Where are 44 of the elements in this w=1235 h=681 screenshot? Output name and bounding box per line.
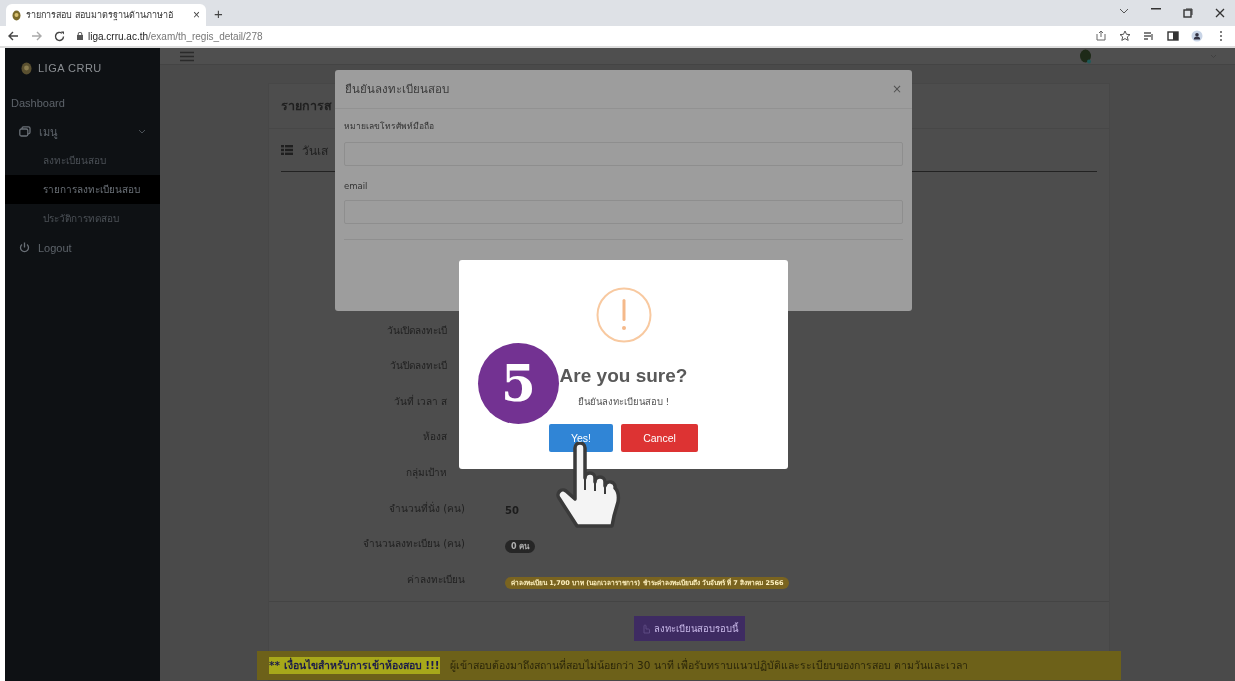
count-badge: 0 คน [505, 540, 536, 554]
cancel-button[interactable]: Cancel [621, 424, 698, 452]
back-arrow-icon[interactable] [8, 31, 19, 41]
modal-title: ยืนยันลงทะเบียนสอบ [345, 81, 449, 98]
confirm-button[interactable]: Yes! [549, 424, 613, 452]
chevron-down-icon[interactable] [1119, 8, 1129, 14]
new-tab-button[interactable]: + [214, 4, 223, 22]
crest-icon [12, 9, 21, 21]
reload-icon[interactable] [54, 30, 65, 42]
close-button[interactable]: × [891, 82, 902, 96]
windows-icon [19, 126, 31, 137]
lock-icon [77, 32, 83, 40]
browser-tab[interactable]: รายการสอบ สอบมาตรฐานด้านภาษาอั × [6, 4, 206, 26]
notice-text: ผู้เข้าสอบต้องมาถึงสถานที่สอบไม่น้อยกว่า 30 นาที เพื่อรับทราบแนวปฏิบัติและระเบียบของการสอบ ตามวันและเวลา [449, 657, 969, 674]
register-button[interactable]: ลงทะเบียนสอบรอบนี้ [633, 616, 745, 641]
submenu-item[interactable]: ลงทะเบียนสอบ [5, 146, 160, 175]
tab-title: รายการสอบ สอบมาตรฐานด้านภาษาอั [26, 9, 174, 22]
warning-icon [595, 287, 652, 343]
logout-link[interactable]: Logout [5, 233, 160, 262]
field-label: email [344, 181, 369, 191]
close-icon[interactable] [1215, 8, 1225, 18]
playlist-icon[interactable] [1143, 30, 1155, 42]
star-icon[interactable] [1119, 30, 1131, 42]
power-icon [19, 242, 30, 253]
restore-icon[interactable] [1183, 8, 1193, 18]
notice-title: ** เงื่อนไขสำหรับการเข้าห้องสอบ !!! [269, 657, 440, 674]
profile-icon[interactable] [1191, 30, 1203, 42]
menu-label: เมนู [39, 124, 58, 141]
pointer-hand-icon [640, 623, 650, 634]
menu-group[interactable]: เมนู [5, 117, 160, 146]
minimize-icon[interactable] [1151, 8, 1161, 10]
alert-message: ยืนยันลงทะเบียนสอบ ! [577, 395, 670, 409]
list-icon [281, 145, 293, 156]
brand-name: LIGA CRRU [38, 62, 102, 74]
side-panel-icon[interactable] [1167, 30, 1179, 42]
crest-icon [21, 61, 32, 75]
field-label: หมายเลขโทรศัพท์มือถือ [344, 120, 435, 133]
chevron-icon [138, 129, 146, 134]
menu-item[interactable]: Dashboard [5, 88, 160, 117]
submenu-item[interactable]: ประวัติการทดสอบ [5, 204, 160, 233]
tab-close-button[interactable]: × [193, 8, 200, 22]
alert-title: Are you sure? [559, 365, 688, 387]
submenu-item[interactable]: รายการลงทะเบียนสอบ [5, 175, 160, 204]
share-icon[interactable] [1095, 30, 1107, 42]
